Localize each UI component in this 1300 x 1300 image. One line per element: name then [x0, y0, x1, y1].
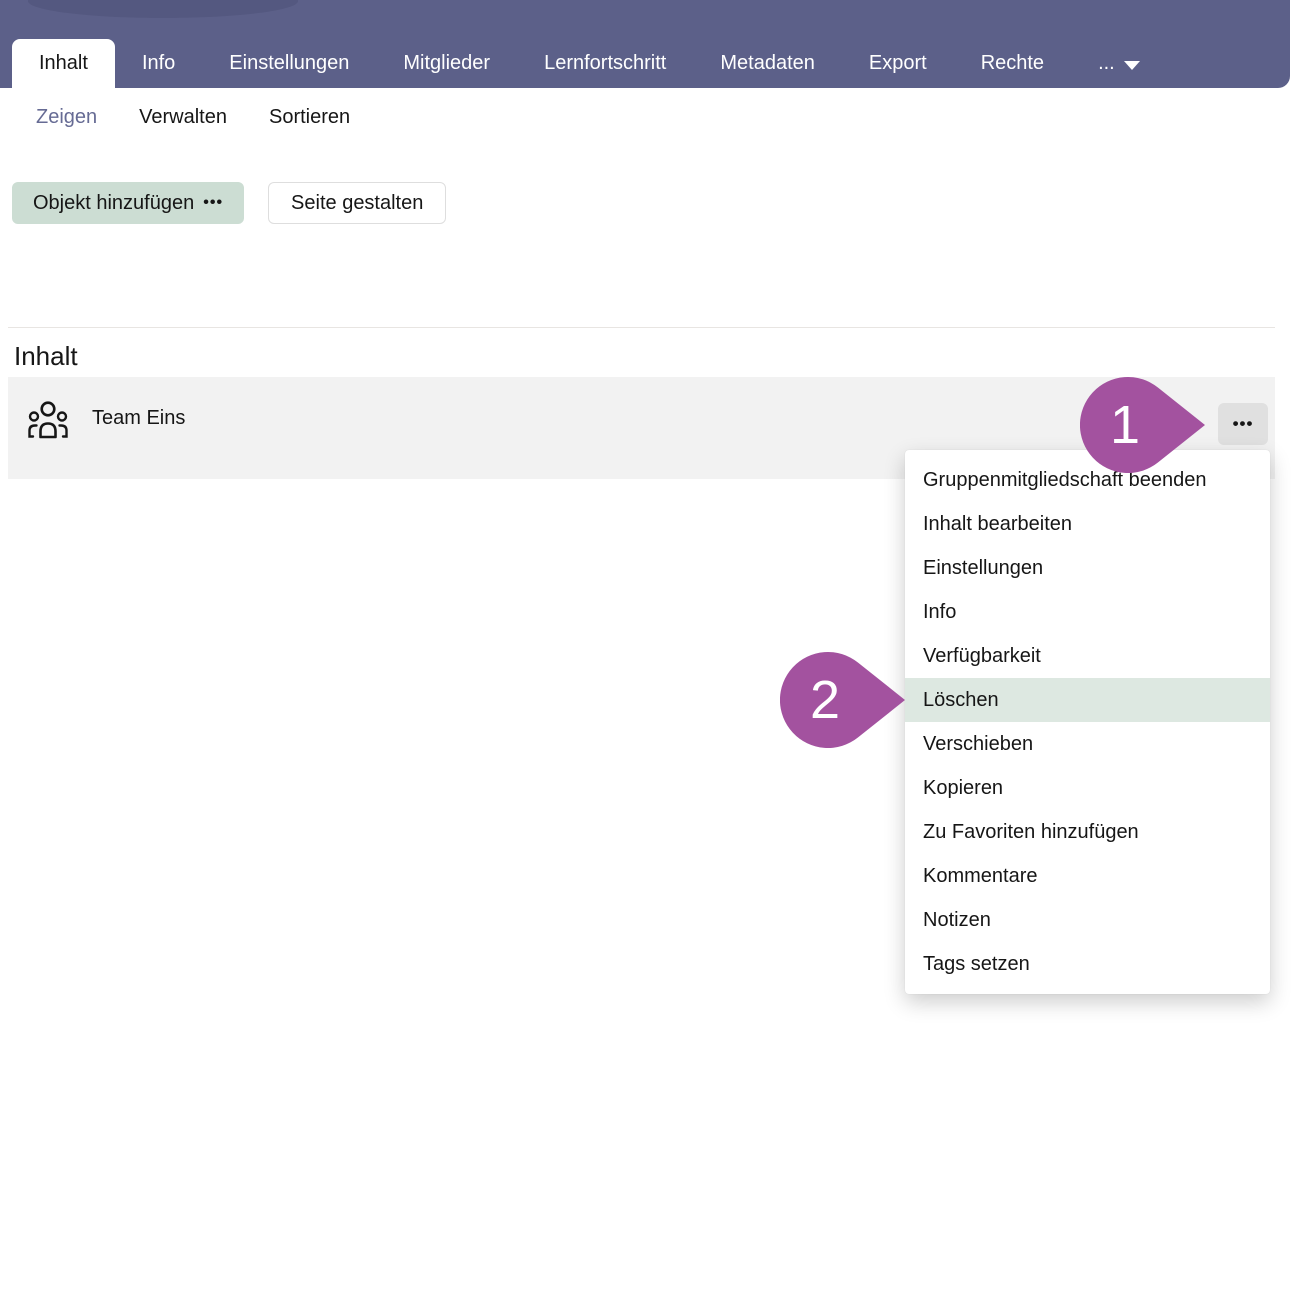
topbar-shade-decoration — [28, 0, 298, 18]
tab-more[interactable]: ... — [1071, 39, 1167, 88]
menu-item-info[interactable]: Info — [905, 590, 1270, 634]
tab-label: Info — [142, 52, 175, 75]
menu-item-verschieben[interactable]: Verschieben — [905, 722, 1270, 766]
ellipsis-icon: ••• — [203, 194, 223, 212]
item-actions-button[interactable]: ••• — [1218, 403, 1268, 445]
menu-item-einstellungen[interactable]: Einstellungen — [905, 546, 1270, 590]
group-icon — [26, 398, 70, 442]
toolbar: Objekt hinzufügen ••• Seite gestalten — [12, 182, 446, 224]
top-tab-bar: Inhalt Info Einstellungen Mitglieder Ler… — [0, 0, 1290, 88]
tab-label: Inhalt — [39, 52, 88, 75]
tab-info[interactable]: Info — [115, 39, 202, 88]
menu-item-zu-favoriten-hinzufuegen[interactable]: Zu Favoriten hinzufügen — [905, 810, 1270, 854]
add-object-label: Objekt hinzufügen — [33, 192, 194, 215]
design-page-button[interactable]: Seite gestalten — [268, 182, 446, 224]
menu-item-notizen[interactable]: Notizen — [905, 898, 1270, 942]
tab-einstellungen[interactable]: Einstellungen — [202, 39, 376, 88]
tab-label: Mitglieder — [403, 52, 490, 75]
tab-label: ... — [1098, 52, 1115, 75]
subnav-item-zeigen[interactable]: Zeigen — [36, 106, 97, 129]
subnav-item-sortieren[interactable]: Sortieren — [269, 106, 350, 129]
tab-label: Export — [869, 52, 927, 75]
menu-item-kopieren[interactable]: Kopieren — [905, 766, 1270, 810]
tab-label: Lernfortschritt — [544, 52, 666, 75]
menu-item-loeschen[interactable]: Löschen — [905, 678, 1270, 722]
annotation-step-2-balloon: 2 — [780, 652, 910, 753]
subnav-item-verwalten[interactable]: Verwalten — [139, 106, 227, 129]
item-actions-dropdown: Gruppenmitgliedschaft beenden Inhalt bea… — [905, 450, 1270, 994]
item-title-link[interactable]: Team Eins — [92, 407, 185, 430]
caret-down-icon — [1124, 61, 1140, 70]
tab-rechte[interactable]: Rechte — [954, 39, 1071, 88]
menu-item-gruppenmitgliedschaft-beenden[interactable]: Gruppenmitgliedschaft beenden — [905, 458, 1270, 502]
design-page-label: Seite gestalten — [291, 192, 423, 215]
tab-lernfortschritt[interactable]: Lernfortschritt — [517, 39, 693, 88]
add-object-button[interactable]: Objekt hinzufügen ••• — [12, 182, 244, 224]
menu-item-kommentare[interactable]: Kommentare — [905, 854, 1270, 898]
menu-item-verfuegbarkeit[interactable]: Verfügbarkeit — [905, 634, 1270, 678]
tab-label: Rechte — [981, 52, 1044, 75]
sub-navigation: Zeigen Verwalten Sortieren — [0, 88, 1300, 146]
tab-label: Metadaten — [720, 52, 815, 75]
tab-metadaten[interactable]: Metadaten — [693, 39, 842, 88]
menu-item-tags-setzen[interactable]: Tags setzen — [905, 942, 1270, 986]
annotation-step-2-number: 2 — [810, 670, 840, 730]
menu-item-inhalt-bearbeiten[interactable]: Inhalt bearbeiten — [905, 502, 1270, 546]
section-title: Inhalt — [14, 341, 1275, 372]
tab-export[interactable]: Export — [842, 39, 954, 88]
tab-inhalt[interactable]: Inhalt — [12, 39, 115, 88]
tab-mitglieder[interactable]: Mitglieder — [376, 39, 517, 88]
tab-label: Einstellungen — [229, 52, 349, 75]
